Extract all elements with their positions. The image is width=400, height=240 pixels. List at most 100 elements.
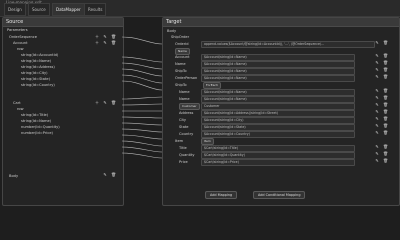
edit-icon[interactable]: ✎ bbox=[375, 110, 379, 114]
tab-design[interactable]: Design bbox=[4, 3, 26, 16]
connector-14 bbox=[121, 140, 163, 147]
name2-expression[interactable]: $Account/string(Id=Name) bbox=[201, 96, 355, 103]
edit-icon[interactable]: ✎ bbox=[375, 103, 379, 107]
connector-3 bbox=[121, 62, 163, 70]
connector-11 bbox=[121, 122, 163, 126]
add-icon[interactable]: ＋ bbox=[95, 35, 99, 39]
target-row-name[interactable]: Name bbox=[175, 61, 186, 67]
name-expression[interactable]: $Account/string(Id=Name) bbox=[201, 61, 355, 68]
source-row-body[interactable]: Body bbox=[9, 173, 18, 179]
edit-icon[interactable]: ✎ bbox=[375, 117, 379, 121]
edit-icon[interactable]: ✎ bbox=[375, 152, 379, 156]
parameters-header: Parameters bbox=[7, 28, 28, 32]
connector-6 bbox=[121, 80, 163, 91]
delete-icon[interactable]: 🗑 bbox=[111, 101, 116, 105]
delete-icon[interactable]: 🗑 bbox=[383, 124, 388, 128]
price-expression[interactable]: $Cart/string(Id=Price) bbox=[201, 159, 355, 166]
target-row-account[interactable]: Account bbox=[175, 54, 190, 60]
quantity-expression[interactable]: $Cart/string(Id=Quantity) bbox=[201, 152, 355, 159]
target-row-state[interactable]: State bbox=[179, 124, 189, 130]
delete-icon[interactable]: 🗑 bbox=[383, 117, 388, 121]
title-expression[interactable]: $Cart/string(Id=Title) bbox=[201, 145, 355, 152]
edit-icon[interactable]: ✎ bbox=[375, 41, 379, 45]
city-expression[interactable]: $Account/string(Id=City) bbox=[201, 117, 355, 124]
source-row-country[interactable]: string(Id=Country) bbox=[21, 82, 55, 88]
target-row-shipto-name[interactable]: Name bbox=[179, 89, 190, 95]
target-row-city[interactable]: City bbox=[179, 117, 186, 123]
delete-icon[interactable]: 🗑 bbox=[383, 103, 388, 107]
edit-icon[interactable]: ✎ bbox=[103, 101, 107, 105]
delete-icon[interactable]: 🗑 bbox=[383, 41, 388, 45]
add-icon[interactable]: ＋ bbox=[95, 41, 99, 45]
edit-icon[interactable]: ✎ bbox=[375, 75, 379, 79]
edit-icon[interactable]: ✎ bbox=[375, 96, 379, 100]
edit-icon[interactable]: ✎ bbox=[375, 68, 379, 72]
edit-icon[interactable]: ✎ bbox=[375, 124, 379, 128]
connector-12 bbox=[121, 128, 163, 133]
target-row-shipto[interactable]: ShipTo bbox=[175, 68, 187, 74]
add-conditional-mapping-button[interactable]: Add Conditional Mapping bbox=[253, 191, 306, 199]
state-expression[interactable]: $Account/string(Id=State) bbox=[201, 124, 355, 131]
target-row-item[interactable]: Item bbox=[175, 138, 183, 144]
add-icon[interactable]: ＋ bbox=[95, 101, 99, 105]
target-row-name-2[interactable]: Name bbox=[179, 96, 190, 102]
tab-datamapper[interactable]: DataMapper bbox=[52, 3, 85, 16]
shipto-expression[interactable]: $Account/string(Id=Name) bbox=[201, 68, 355, 75]
delete-icon[interactable]: 🗑 bbox=[383, 75, 388, 79]
edit-icon[interactable]: ✎ bbox=[375, 89, 379, 93]
target-row-country[interactable]: Country bbox=[179, 131, 193, 137]
delete-icon[interactable]: 🗑 bbox=[383, 89, 388, 93]
target-row-price[interactable]: Price bbox=[179, 159, 188, 165]
connector-13 bbox=[121, 134, 163, 140]
add-mapping-button[interactable]: Add Mapping bbox=[205, 191, 238, 199]
edit-icon[interactable]: ✎ bbox=[103, 35, 107, 39]
edit-icon[interactable]: ✎ bbox=[375, 131, 379, 135]
delete-icon[interactable]: 🗑 bbox=[383, 61, 388, 65]
source-title: Source bbox=[3, 18, 123, 27]
connector-16 bbox=[121, 152, 163, 159]
delete-icon[interactable]: 🗑 bbox=[383, 131, 388, 135]
account-expression[interactable]: $Account/string(Id=Name) bbox=[201, 54, 355, 61]
connector-8 bbox=[121, 103, 163, 106]
shipto-name-expression[interactable]: $Account/string(Id=Name) bbox=[201, 89, 355, 96]
delete-icon[interactable]: 🗑 bbox=[111, 35, 116, 39]
delete-icon[interactable]: 🗑 bbox=[383, 68, 388, 72]
customer-pill[interactable]: Customer bbox=[179, 103, 200, 110]
delete-icon[interactable]: 🗑 bbox=[383, 54, 388, 58]
edit-icon[interactable]: ✎ bbox=[375, 54, 379, 58]
edit-icon[interactable]: ✎ bbox=[103, 41, 107, 45]
source-panel: Source Parameters OrderSequence Account … bbox=[2, 17, 124, 206]
tab-results[interactable]: Results bbox=[84, 3, 107, 16]
target-row-address[interactable]: Address bbox=[179, 110, 193, 116]
tab-source[interactable]: Source bbox=[28, 3, 50, 16]
edit-icon[interactable]: ✎ bbox=[375, 61, 379, 65]
connector-5 bbox=[121, 74, 163, 84]
target-row-shiporder[interactable]: ShipOrder bbox=[171, 34, 189, 40]
connector-10 bbox=[121, 116, 163, 119]
customer-expression[interactable]: Customer bbox=[201, 103, 355, 110]
delete-icon[interactable]: 🗑 bbox=[383, 110, 388, 114]
edit-icon[interactable]: ✎ bbox=[103, 173, 107, 177]
item-pill[interactable]: Item bbox=[201, 138, 214, 145]
target-row-shipto-2[interactable]: ShipTo bbox=[175, 82, 187, 88]
delete-icon[interactable]: 🗑 bbox=[111, 173, 116, 177]
edit-icon[interactable]: ✎ bbox=[375, 145, 379, 149]
target-row-quantity[interactable]: Quantity bbox=[179, 152, 195, 158]
country-expression[interactable]: $Account/string(Id=Country) bbox=[201, 131, 355, 138]
foreach-pill[interactable]: ForEach bbox=[203, 82, 221, 89]
target-row-orderperson[interactable]: OrderPerson bbox=[175, 75, 197, 81]
connector-1 bbox=[121, 36, 163, 45]
address-expression[interactable]: $Account/string(Id=Address)/string(Id=St… bbox=[201, 110, 355, 117]
delete-icon[interactable]: 🗑 bbox=[383, 96, 388, 100]
target-row-title[interactable]: Title bbox=[179, 145, 187, 151]
target-row-orderid[interactable]: Orderid bbox=[175, 41, 189, 47]
edit-icon[interactable]: ✎ bbox=[375, 159, 379, 163]
delete-icon[interactable]: 🗑 bbox=[383, 159, 388, 163]
delete-icon[interactable]: 🗑 bbox=[111, 41, 116, 45]
delete-icon[interactable]: 🗑 bbox=[383, 145, 388, 149]
source-row-price[interactable]: number(Id=Price) bbox=[21, 130, 53, 136]
orderperson-expression[interactable]: $Account/string(Id=Name) bbox=[201, 75, 355, 82]
orderid-expression[interactable]: append-values($Account/@string(Id=Accoun… bbox=[201, 41, 375, 48]
delete-icon[interactable]: 🗑 bbox=[383, 152, 388, 156]
connector-4 bbox=[121, 68, 163, 77]
